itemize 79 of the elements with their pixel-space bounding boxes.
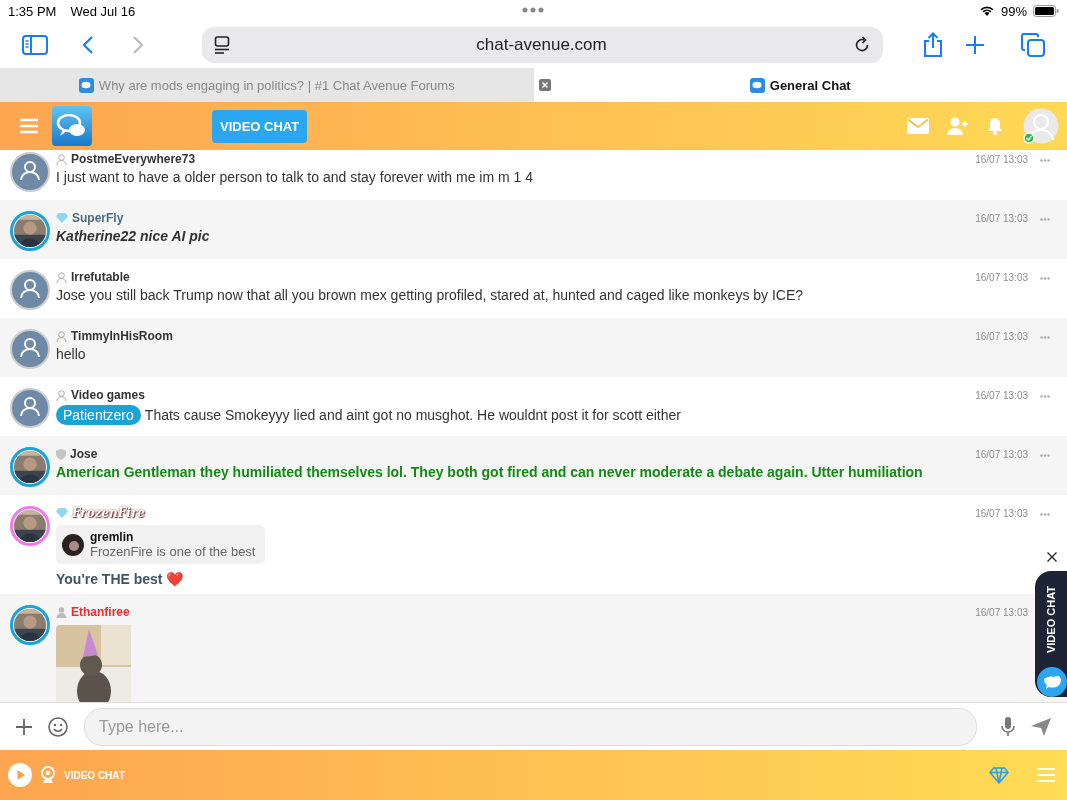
message-time: 16/07 13:03: [975, 331, 1028, 342]
username[interactable]: Irrefutable: [71, 270, 130, 284]
diamond-icon: [56, 213, 68, 223]
message-text: Katherine22 nice AI pic: [56, 228, 210, 244]
more-options-icon[interactable]: [1040, 336, 1050, 339]
message-text: I just want to have a older person to talk to and stay forever with me im m 1 4: [56, 169, 533, 185]
username[interactable]: FrozenFire: [72, 506, 145, 520]
sidebar-icon[interactable]: [22, 35, 48, 55]
close-icon[interactable]: [1047, 552, 1057, 562]
more-options-icon[interactable]: [1040, 277, 1050, 280]
multitask-dots-icon[interactable]: [522, 7, 544, 13]
status-date: Wed Jul 16: [70, 3, 136, 19]
message-time: 16/07 13:03: [975, 272, 1028, 283]
more-options-icon[interactable]: [1040, 395, 1050, 398]
message-text: American Gentleman they humiliated themselves lol. They both got fired and can never moderate a debate again. Utter humiliation: [56, 464, 923, 480]
username[interactable]: PostmeEverywhere73: [71, 152, 196, 166]
default-avatar-icon[interactable]: [10, 152, 50, 192]
tabs-icon[interactable]: [1021, 33, 1045, 57]
more-options-icon[interactable]: [1040, 159, 1050, 162]
username[interactable]: Ethanfiree: [71, 605, 130, 619]
avatar-ring[interactable]: [10, 605, 50, 645]
reload-icon[interactable]: [853, 36, 871, 54]
avatar-ring[interactable]: [10, 211, 50, 251]
url-text: chat-avenue.com: [475, 35, 608, 55]
message-time: 16/07 13:03: [975, 449, 1028, 460]
user-outline-icon: [56, 271, 67, 283]
back-icon[interactable]: [82, 35, 94, 55]
user-outline-icon: [56, 153, 67, 165]
send-icon[interactable]: [1031, 717, 1051, 736]
address-bar[interactable]: chat-avenue.com: [202, 27, 883, 63]
user-outline-icon: [56, 330, 67, 342]
status-time: 1:35 PM: [8, 3, 57, 19]
message-time: 16/07 13:03: [975, 508, 1028, 519]
message-time: 16/07 13:03: [975, 154, 1028, 165]
reader-icon[interactable]: [214, 36, 230, 54]
username[interactable]: TimmyInHisRoom: [71, 329, 173, 343]
share-icon[interactable]: [923, 32, 943, 58]
forward-icon[interactable]: [132, 35, 144, 55]
username[interactable]: Video games: [71, 388, 145, 402]
username[interactable]: Jose: [70, 447, 98, 461]
chat-bubble-icon: [749, 77, 765, 93]
message-text: Jose you still back Trump now that all you brown mex getting profiled, stared at, hunted and caged like monkeys by ICE?: [56, 287, 804, 303]
battery-icon: [1033, 5, 1059, 17]
webcam-icon: [40, 766, 56, 784]
message-text: hello: [56, 346, 86, 362]
default-avatar-icon[interactable]: [10, 329, 50, 369]
menu-icon[interactable]: [20, 118, 38, 134]
avatar-ring[interactable]: [10, 506, 50, 546]
diamond-icon: [56, 508, 68, 518]
avatar-ring[interactable]: [10, 447, 50, 487]
play-icon[interactable]: [8, 763, 32, 787]
username[interactable]: SuperFly: [72, 211, 124, 225]
microphone-icon[interactable]: [1001, 716, 1015, 737]
quoted-text: FrozenFire is one of the best: [90, 544, 256, 559]
shield-icon: [56, 448, 66, 460]
person-icon: [56, 606, 67, 618]
message-text: You're THE best ❤: [56, 571, 184, 587]
more-options-icon[interactable]: [1040, 218, 1050, 221]
message-input[interactable]: Type here...: [84, 707, 977, 746]
new-tab-icon[interactable]: [965, 35, 985, 55]
diamond-icon[interactable]: [989, 766, 1009, 784]
video-chat-side-tab[interactable]: VIDEO CHAT: [1035, 571, 1067, 697]
more-options-icon[interactable]: [1040, 513, 1050, 516]
battery-percent: 99%: [1000, 3, 1027, 19]
profile-avatar-icon[interactable]: [1023, 108, 1059, 144]
message-time: 16/07 13:03: [975, 390, 1028, 401]
message-time: 16/07 13:03: [975, 607, 1028, 618]
quoted-username: gremlin: [90, 530, 135, 544]
emoji-icon[interactable]: [48, 716, 68, 737]
logo-icon[interactable]: [52, 106, 92, 146]
default-avatar-icon[interactable]: [10, 270, 50, 310]
user-outline-icon: [56, 389, 67, 401]
chat-bubble-icon: [78, 77, 94, 93]
more-options-icon[interactable]: [1040, 454, 1050, 457]
default-avatar-icon[interactable]: [10, 388, 50, 428]
message-text: Thats cause Smokeyyy lied and aint got no musghot. He wouldnt post it for scott either: [144, 407, 681, 423]
add-icon[interactable]: [16, 718, 32, 735]
message-time: 16/07 13:03: [975, 213, 1028, 224]
wifi-icon: [978, 5, 995, 17]
